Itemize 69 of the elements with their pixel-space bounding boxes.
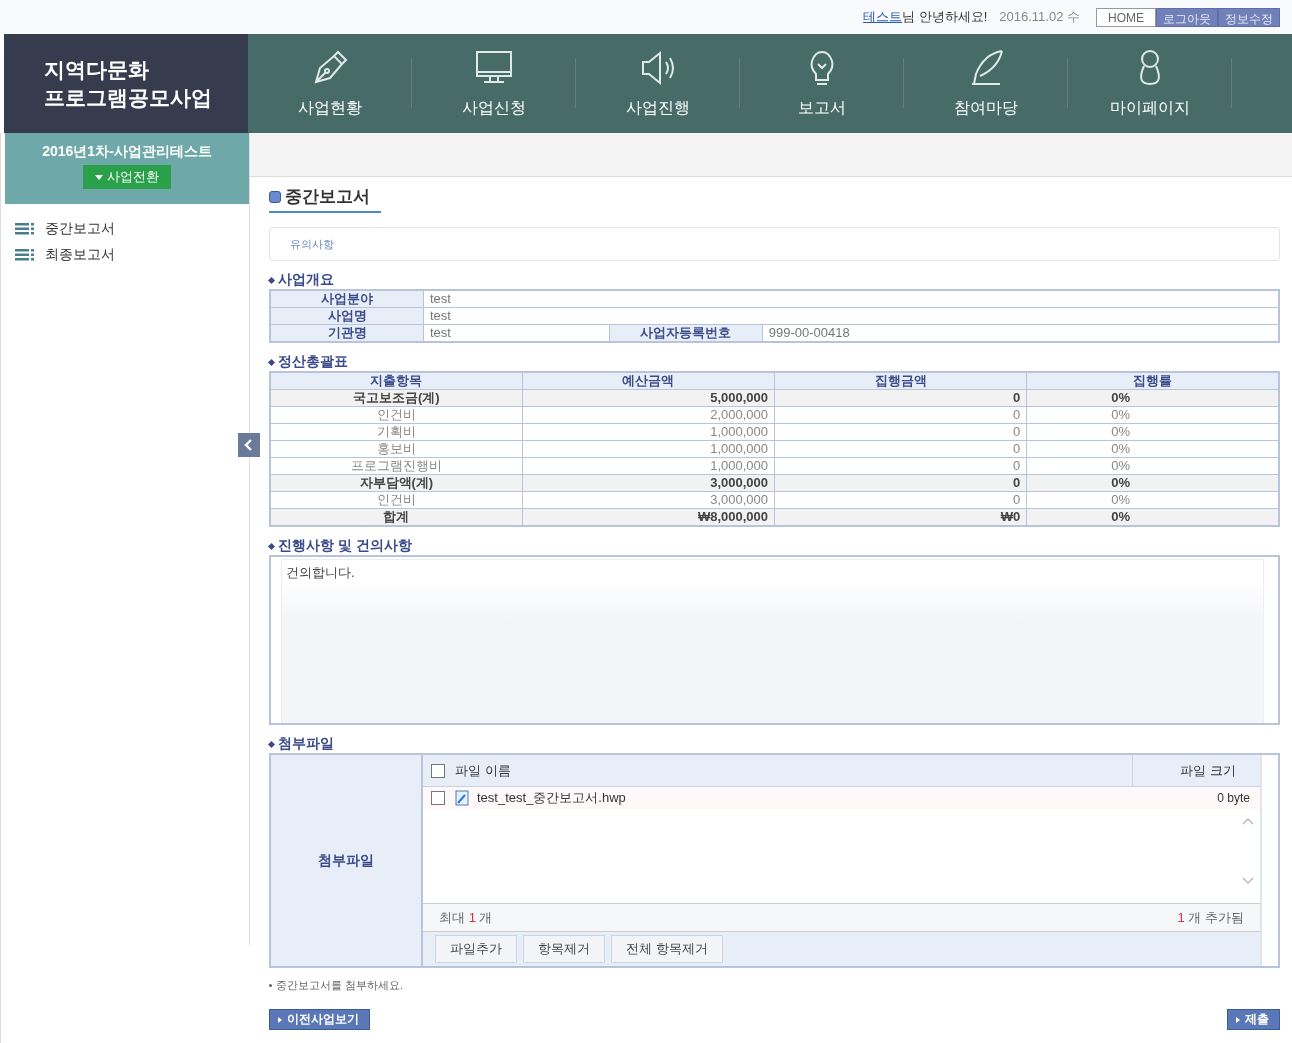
list-icon — [15, 249, 35, 261]
sidebar-item[interactable]: 최종보고서 — [15, 246, 249, 264]
table-cell: 3,000,000 — [522, 491, 775, 509]
top-button[interactable]: HOME — [1096, 7, 1156, 27]
table-cell: 1,000,000 — [522, 440, 775, 458]
switch-button[interactable]: 사업전환 — [83, 165, 171, 189]
bullet-icon — [269, 984, 272, 987]
file-size: 0 byte — [1217, 791, 1251, 805]
sidebar-item[interactable]: 중간보고서 — [15, 220, 249, 238]
table-cell: 1,000,000 — [522, 457, 775, 475]
table-cell: 홍보비 — [270, 440, 523, 458]
section-title: 정산총괄표 — [278, 353, 348, 371]
limit-text: 최대 1 개 — [439, 908, 493, 927]
file-action-button[interactable]: 파일추가 — [435, 935, 517, 963]
row-label: 첨부파일 — [318, 851, 374, 870]
table-header: 사업분야 — [270, 290, 424, 308]
project-name: 2016년1차-사업관리테스트 — [42, 143, 212, 161]
bullet-icon — [267, 276, 276, 284]
collapse-handle[interactable] — [238, 433, 260, 457]
action-button[interactable]: 제출 — [1227, 1009, 1280, 1030]
table-cell: 0 — [774, 406, 1027, 424]
top-button[interactable]: 로그아웃 — [1156, 7, 1218, 27]
nav-item[interactable]: 참여마당 — [904, 34, 1068, 133]
table-cell: 0 — [774, 440, 1027, 458]
file-name: test_test_중간보고서.hwp — [477, 789, 627, 807]
column-header: 집행금액 — [774, 372, 1027, 390]
section-title: 첨부파일 — [278, 735, 334, 753]
table-cell: 프로그램진행비 — [270, 457, 523, 475]
document-icon — [455, 790, 469, 806]
comment-textarea[interactable]: 건의합니다. — [281, 559, 1264, 723]
column-header: 집행률 — [1026, 372, 1279, 390]
table-cell: 1,000,000 — [522, 423, 775, 441]
table-cell: 기획비 — [270, 423, 523, 441]
column-header: 파일 이름 — [455, 761, 512, 780]
table-cell: 0 — [774, 491, 1027, 509]
bullet-icon — [267, 358, 276, 366]
nav-item[interactable]: 마이페이지 — [1068, 34, 1232, 133]
select-all-checkbox[interactable] — [431, 763, 445, 778]
table-cell: 인건비 — [270, 491, 523, 509]
nav-item[interactable]: 사업현황 — [248, 34, 412, 133]
footnote-text: 중간보고서를 첨부하세요. — [276, 978, 404, 993]
bullet-icon — [267, 740, 276, 748]
notice-link[interactable]: 유의사항 — [290, 236, 334, 252]
table-cell: 0 — [774, 457, 1027, 475]
site-logo[interactable]: 지역다문화 프로그램공모사업 — [4, 34, 248, 133]
table-cell: 0 — [774, 423, 1027, 441]
top-button[interactable]: 정보수정 — [1218, 7, 1280, 27]
added-count-text: 1 개 추가됨 — [1177, 908, 1244, 927]
greeting-text: 님 안녕하세요! — [902, 8, 988, 26]
list-icon — [15, 223, 35, 235]
page-title: 중간보고서 — [285, 186, 370, 208]
nav-item[interactable]: 사업진행 — [576, 34, 740, 133]
column-header: 예산금액 — [522, 372, 775, 390]
file-action-button[interactable]: 전체 항목제거 — [611, 935, 723, 963]
action-button[interactable]: 이전사업보기 — [269, 1009, 370, 1030]
user-link[interactable]: 테스트 — [863, 8, 903, 26]
date-text: 2016.11.02 수 — [999, 8, 1080, 26]
section-title: 사업개요 — [278, 271, 334, 289]
section-title: 진행사항 및 건의사항 — [278, 537, 412, 555]
table-cell: 인건비 — [270, 406, 523, 424]
bullet-icon — [267, 542, 276, 550]
column-header: 지출항목 — [270, 372, 523, 390]
column-header: 파일 크기 — [1132, 755, 1260, 786]
nav-item[interactable]: 보고서 — [740, 34, 904, 133]
table-cell: 2,000,000 — [522, 406, 775, 424]
nav-item[interactable]: 사업신청 — [412, 34, 576, 133]
file-action-button[interactable]: 항목제거 — [523, 935, 605, 963]
title-bullet-icon — [269, 190, 281, 203]
file-checkbox[interactable] — [431, 791, 445, 805]
